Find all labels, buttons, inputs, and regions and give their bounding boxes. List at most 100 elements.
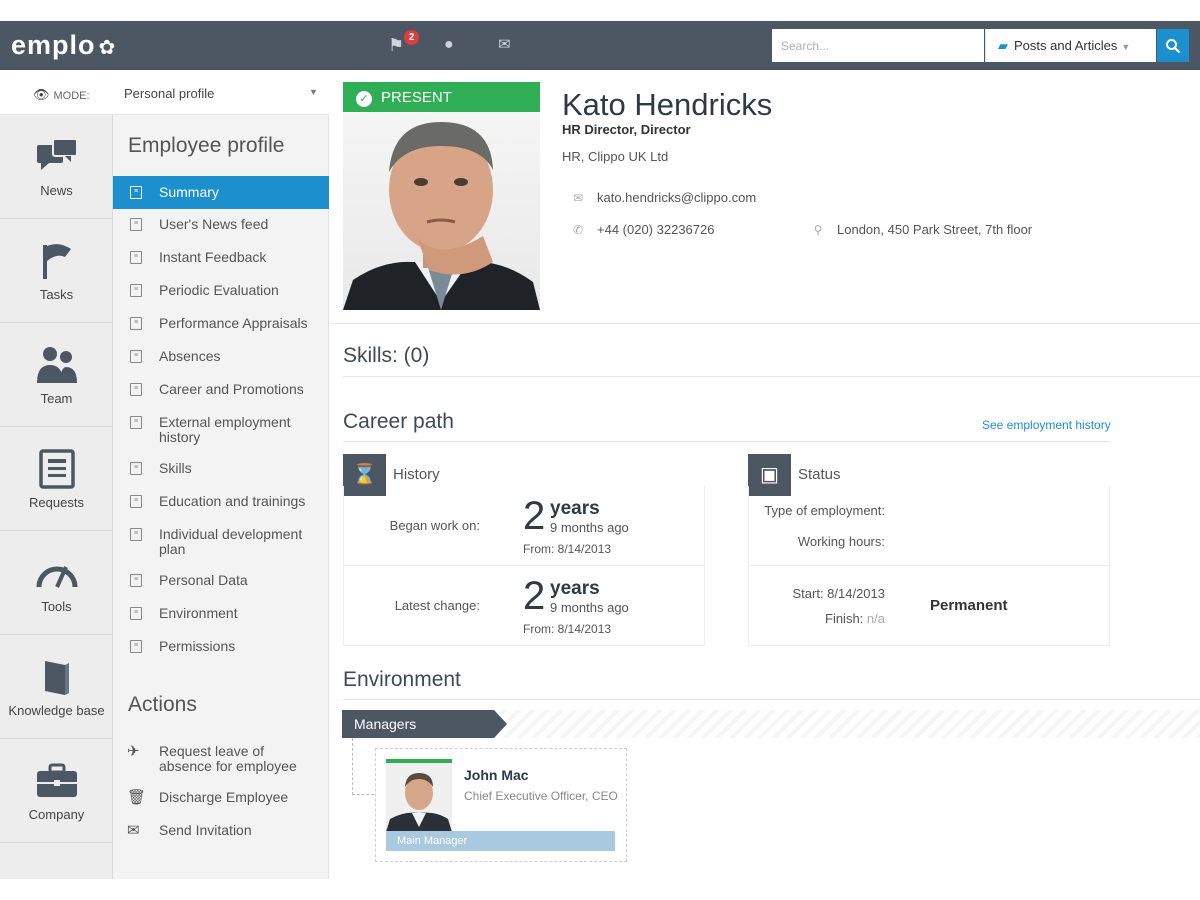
action-discharge-employee[interactable]: 🗑 Discharge Employee: [113, 789, 329, 806]
address-text: London, 450 Park Street, 7th floor: [837, 222, 1033, 237]
subnav-item-development-plan[interactable]: ≡ Individual development plan: [113, 527, 329, 557]
finish-row: Finish: n/a: [750, 611, 885, 626]
actions-title: Actions: [128, 693, 197, 716]
trash-icon: 🗑: [127, 789, 147, 806]
mode-value: Personal profile: [124, 86, 215, 101]
phone-number: +44 (020) 32236726: [597, 222, 715, 237]
action-send-invitation[interactable]: ✉ Send Invitation: [113, 822, 329, 839]
latest-months-ago: 9 months ago: [550, 600, 629, 615]
latest-years-number: 2: [523, 574, 546, 618]
subnav-item-skills[interactable]: ≡ Skills: [113, 461, 329, 476]
nav-label-company: Company: [28, 807, 85, 822]
action-label: Request leave of absence for employee: [159, 743, 297, 774]
finish-value: n/a: [866, 611, 885, 626]
search-icon: [1166, 38, 1181, 54]
divider: [343, 441, 1111, 442]
see-employment-history-link[interactable]: See employment history: [982, 418, 1111, 432]
subnav-item-summary[interactable]: ≡ Summary: [113, 176, 329, 209]
address-row: ⚲ London, 450 Park Street, 7th floor: [808, 222, 1033, 237]
chat-icon[interactable]: ●: [444, 35, 454, 55]
nav-item-tasks[interactable]: Tasks: [0, 219, 113, 323]
app-logo[interactable]: emplo ✿: [11, 30, 116, 61]
logo-text: emplo: [11, 30, 96, 60]
email-link[interactable]: kato.hendricks@clippo.com: [597, 190, 756, 205]
subnav-item-absences[interactable]: ≡ Absences: [113, 349, 329, 364]
divider: [343, 376, 1200, 377]
document-icon: [0, 449, 113, 489]
environment-title: Environment: [343, 668, 461, 691]
action-label: Send Invitation: [159, 822, 252, 838]
nav-item-knowledge-base[interactable]: Knowledge base: [0, 635, 113, 739]
manager-name: John Mac: [464, 767, 529, 783]
status-label: Status: [798, 466, 841, 483]
subnav-item-performance-appraisals[interactable]: ≡ Performance Appraisals: [113, 316, 329, 331]
began-months-ago: 9 months ago: [550, 520, 629, 535]
subnav-item-external-history[interactable]: ≡ External employment history: [113, 415, 329, 445]
manager-role: Chief Executive Officer, CEO: [464, 789, 618, 803]
subnav-label: Periodic Evaluation: [159, 282, 279, 298]
subnav-label: Personal Data: [159, 572, 248, 588]
subnav-item-periodic-evaluation[interactable]: ≡ Periodic Evaluation: [113, 283, 329, 298]
began-from-date: From: 8/14/2013: [523, 542, 612, 556]
search-button[interactable]: [1157, 29, 1189, 62]
page-icon: ≡: [130, 218, 142, 231]
began-years-unit: years: [550, 498, 600, 519]
nav-label-tasks: Tasks: [39, 287, 74, 302]
divider: [344, 565, 704, 566]
location-pin-icon: ⚲: [813, 223, 823, 237]
page-icon: ≡: [130, 350, 142, 363]
employee-name: Kato Hendricks: [562, 87, 773, 122]
nav-item-requests[interactable]: Requests: [0, 427, 113, 531]
subnav-item-personal-data[interactable]: ≡ Personal Data: [113, 573, 329, 588]
latest-change-label: Latest change:: [394, 598, 480, 613]
finish-label: Finish:: [825, 611, 864, 626]
subnav-label: Individual development plan: [159, 526, 303, 557]
subnav-item-environment[interactable]: ≡ Environment: [113, 606, 329, 621]
email-row: ✉ kato.hendricks@clippo.com: [568, 190, 756, 205]
mode-selector[interactable]: 👁 MODE: Personal profile ▼: [0, 70, 329, 115]
action-request-leave[interactable]: ✈ Request leave of absence for employee: [113, 744, 329, 774]
search-input[interactable]: [772, 29, 984, 62]
subnav-label: Absences: [159, 348, 221, 364]
tasks-flag-icon[interactable]: ⚑: [388, 35, 404, 55]
logo-mark-icon: ✿: [98, 37, 117, 59]
search-scope-dropdown[interactable]: ▰ Posts and Articles ▼: [985, 29, 1156, 62]
nav-item-team[interactable]: Team: [0, 323, 113, 427]
subnav-item-instant-feedback[interactable]: ≡ Instant Feedback: [113, 250, 329, 265]
chevron-down-icon: ▼: [1121, 42, 1131, 52]
subnav-item-news-feed[interactable]: ≡ User's News feed: [113, 217, 329, 232]
history-label: History: [393, 466, 440, 483]
notification-badge: 2: [404, 30, 419, 45]
page-icon: ≡: [130, 640, 142, 653]
employee-title: HR Director, Director: [562, 122, 691, 137]
search-scope-label: Posts and Articles: [1014, 38, 1118, 53]
employment-type-label: Type of employment:: [764, 503, 885, 518]
page-icon: ≡: [130, 495, 142, 508]
chat-bubbles-icon: [0, 137, 113, 177]
mail-icon[interactable]: ✉: [498, 35, 511, 55]
phone-icon: ✆: [572, 223, 584, 237]
envelope-icon: ✉: [572, 191, 584, 205]
subnav-item-permissions[interactable]: ≡ Permissions: [113, 639, 329, 654]
profile-subnav: Employee profile ≡ Summary ≡ User's News f…: [113, 115, 329, 879]
divider: [343, 699, 1200, 700]
posts-icon: ▰: [998, 38, 1008, 53]
page-icon: ≡: [130, 607, 142, 620]
people-icon: [0, 345, 113, 385]
skills-title: Skills: (0): [343, 344, 430, 367]
nav-item-tools[interactable]: Tools: [0, 531, 113, 635]
subnav-item-career[interactable]: ≡ Career and Promotions: [113, 382, 329, 397]
nav-item-company[interactable]: Company: [0, 739, 113, 843]
nav-item-news[interactable]: News: [0, 115, 113, 219]
manager-card[interactable]: John Mac Chief Executive Officer, CEO Ma…: [375, 748, 627, 862]
mode-label: 👁 MODE:: [33, 87, 90, 103]
managers-tab[interactable]: Managers: [342, 710, 507, 738]
phone-row: ✆ +44 (020) 32236726: [568, 222, 715, 237]
nav-label-tools: Tools: [41, 599, 72, 614]
began-work-label: Began work on:: [389, 518, 480, 533]
check-icon: ✓: [356, 91, 372, 107]
subnav-item-education[interactable]: ≡ Education and trainings: [113, 494, 329, 509]
began-years-number: 2: [523, 494, 546, 538]
tree-connector: [352, 794, 374, 795]
status-text: PRESENT: [381, 89, 452, 106]
